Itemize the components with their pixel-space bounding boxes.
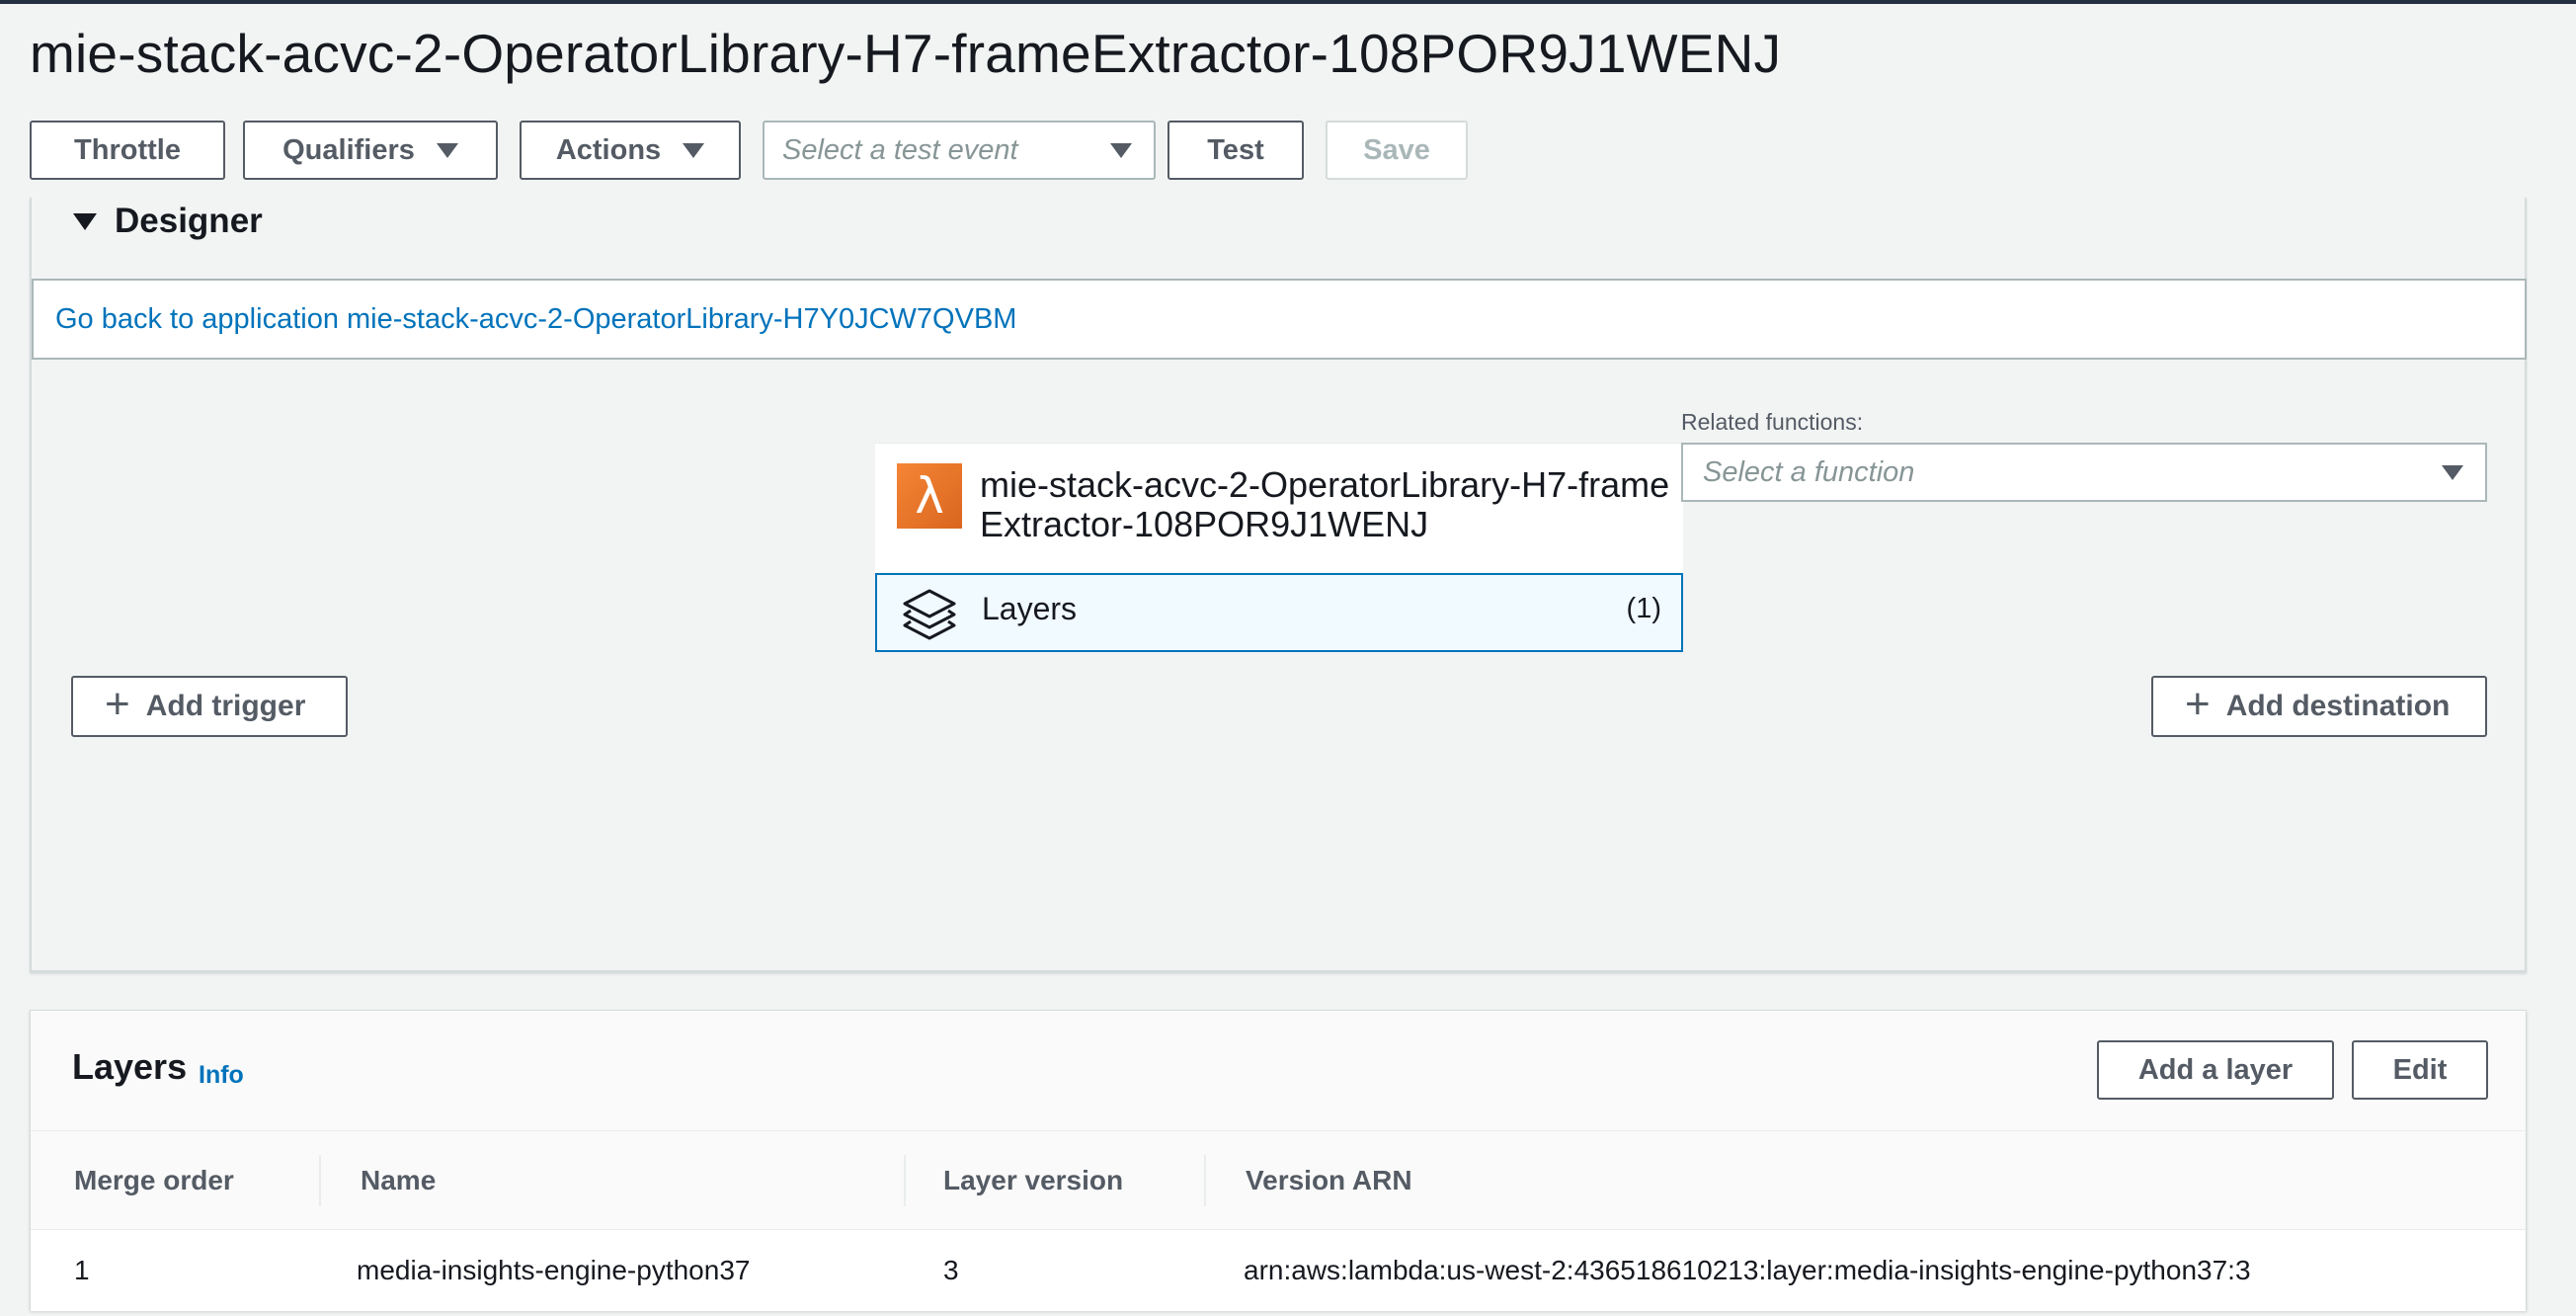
actions-button[interactable]: Actions	[520, 121, 741, 180]
column-divider	[319, 1155, 321, 1206]
test-event-select[interactable]: Select a test event	[763, 121, 1156, 180]
layers-panel-header: Layers Info Add a layer Edit	[31, 1011, 2526, 1131]
chevron-down-icon	[436, 142, 458, 158]
table-row: 1 media-insights-engine-python37 3 arn:a…	[31, 1230, 2526, 1311]
function-card[interactable]: λ mie-stack-acvc-2-OperatorLibrary-H7-fr…	[875, 443, 1683, 575]
save-label: Save	[1363, 133, 1430, 166]
layers-node[interactable]: Layers (1)	[875, 573, 1683, 652]
qualifiers-button[interactable]: Qualifiers	[243, 121, 498, 180]
qualifiers-label: Qualifiers	[282, 133, 415, 166]
chevron-down-icon	[1110, 142, 1132, 158]
add-trigger-label: Add trigger	[145, 690, 306, 722]
cell-merge-order: 1	[74, 1255, 90, 1285]
add-trigger-button[interactable]: + Add trigger	[71, 676, 348, 737]
layers-panel: Layers Info Add a layer Edit Merge order…	[30, 1010, 2527, 1311]
edit-label: Edit	[2392, 1053, 2448, 1086]
column-divider	[1204, 1155, 1206, 1206]
edit-button[interactable]: Edit	[2352, 1040, 2488, 1100]
test-label: Test	[1207, 133, 1264, 166]
actions-label: Actions	[555, 133, 662, 166]
related-functions-placeholder: Select a function	[1703, 455, 1915, 488]
designer-heading: Designer	[115, 202, 263, 240]
layers-node-count: (1)	[1626, 593, 1661, 624]
info-link[interactable]: Info	[199, 1061, 244, 1090]
cell-version-arn: arn:aws:lambda:us-west-2:436518610213:la…	[1244, 1255, 2251, 1285]
page-title: mie-stack-acvc-2-OperatorLibrary-H7-fram…	[30, 23, 1782, 84]
throttle-button[interactable]: Throttle	[30, 121, 225, 180]
column-header-merge-order[interactable]: Merge order	[74, 1131, 234, 1230]
cell-name: media-insights-engine-python37	[357, 1255, 751, 1285]
test-button[interactable]: Test	[1167, 121, 1304, 180]
add-destination-label: Add destination	[2225, 690, 2451, 722]
layers-node-label: Layers	[982, 591, 1078, 626]
column-header-name[interactable]: Name	[361, 1131, 436, 1230]
designer-toggle[interactable]: Designer	[73, 202, 263, 241]
function-name: mie-stack-acvc-2-OperatorLibrary-H7-fram…	[980, 464, 1670, 544]
go-back-link-text: Go back to application mie-stack-acvc-2-…	[55, 302, 1017, 335]
related-functions-label: Related functions:	[1681, 409, 1864, 435]
column-header-version-arn[interactable]: Version ARN	[1246, 1131, 1412, 1230]
add-destination-button[interactable]: + Add destination	[2151, 676, 2487, 737]
layers-panel-title: Layers	[72, 1046, 188, 1087]
go-back-link[interactable]: Go back to application mie-stack-acvc-2-…	[32, 279, 2527, 360]
plus-icon: +	[2185, 680, 2211, 728]
add-layer-button[interactable]: Add a layer	[2097, 1040, 2334, 1100]
plus-icon: +	[105, 680, 130, 728]
cell-layer-version: 3	[943, 1255, 959, 1285]
throttle-label: Throttle	[74, 133, 181, 166]
column-header-layer-version[interactable]: Layer version	[943, 1131, 1123, 1230]
caret-down-icon	[73, 212, 97, 230]
top-bar	[0, 0, 2576, 4]
layers-icon	[903, 589, 956, 640]
chevron-down-icon	[683, 142, 705, 158]
table-header-row: Merge order Name Layer version Version A…	[31, 1131, 2526, 1230]
add-layer-label: Add a layer	[2137, 1053, 2294, 1086]
column-divider	[904, 1155, 906, 1206]
related-functions-select[interactable]: Select a function	[1681, 443, 2487, 502]
save-button[interactable]: Save	[1326, 121, 1468, 180]
chevron-down-icon	[2442, 464, 2463, 480]
lambda-icon: λ	[897, 463, 962, 529]
test-event-placeholder: Select a test event	[782, 133, 1018, 166]
